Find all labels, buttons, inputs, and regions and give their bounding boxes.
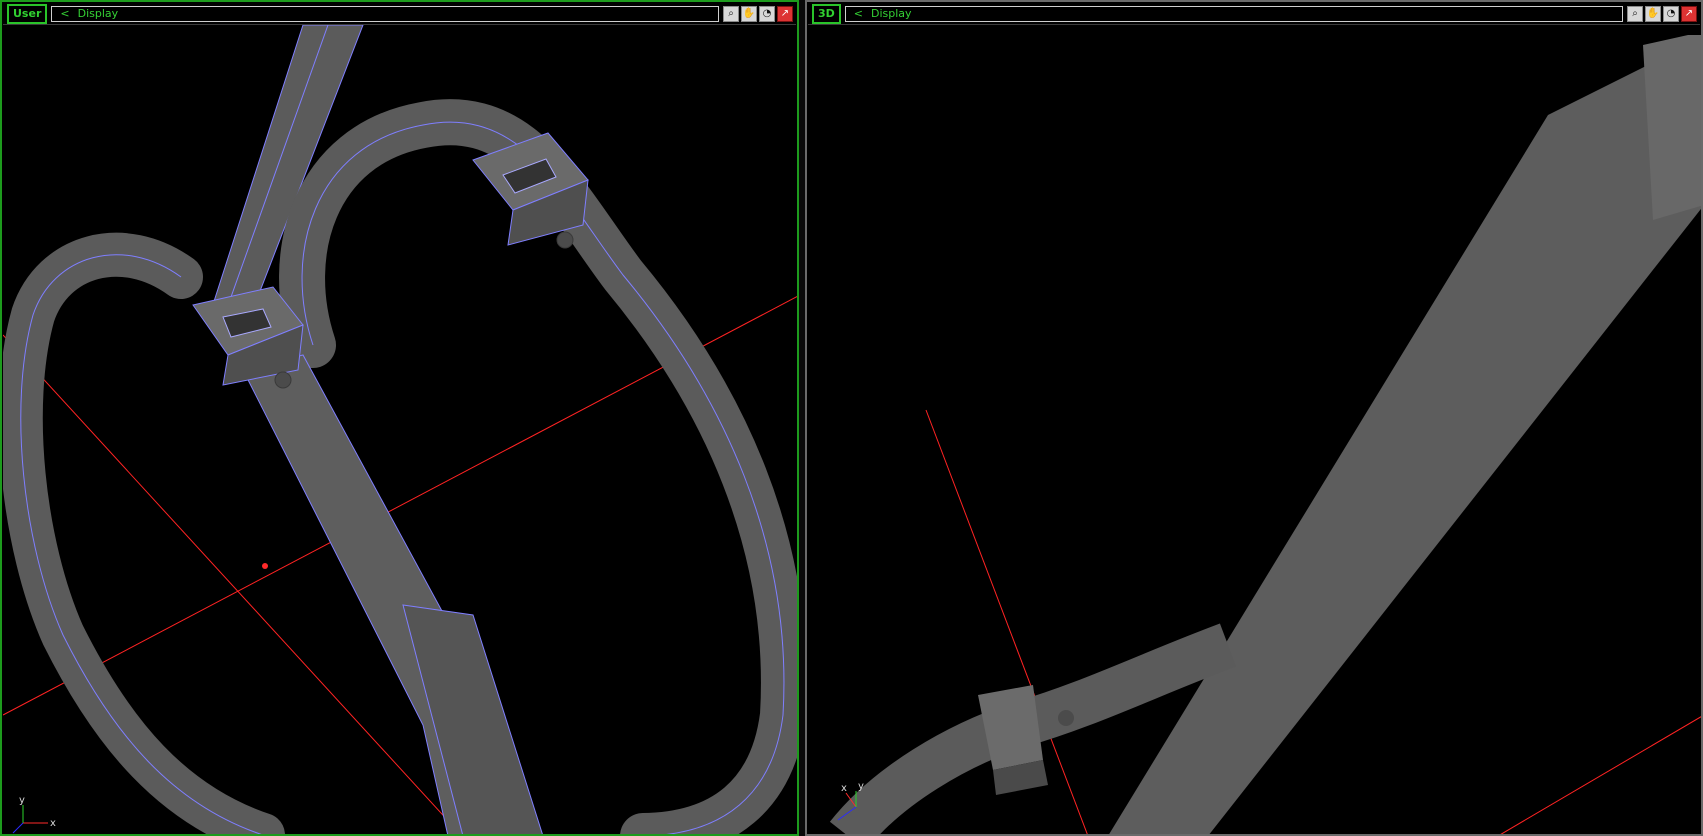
- chevron-left-icon[interactable]: <: [854, 7, 863, 20]
- gizmo-y-label: y: [19, 795, 25, 806]
- axis-origin-dot: [262, 563, 268, 569]
- display-label[interactable]: Display: [78, 7, 119, 20]
- viewport-label-button[interactable]: 3D: [812, 3, 841, 24]
- display-bar[interactable]: < Display: [844, 5, 1623, 22]
- gizmo-y-label: y: [858, 781, 864, 792]
- rivet-dot: [556, 231, 574, 249]
- pan-icon[interactable]: ✋: [741, 5, 757, 22]
- display-bar[interactable]: < Display: [51, 5, 719, 22]
- rivet-dot: [1058, 710, 1074, 726]
- rivet-dot: [274, 371, 292, 389]
- viewport-tools: ⌕ ✋ ◔ ↗: [1627, 5, 1697, 22]
- display-label[interactable]: Display: [871, 7, 912, 20]
- cable-tie-tail-closeup: [1109, 45, 1701, 834]
- zoom-icon[interactable]: ⌕: [723, 5, 739, 22]
- viewport-3d[interactable]: 3D < Display ⌕ ✋ ◔ ↗ x y: [805, 0, 1703, 836]
- viewport-header: User < Display ⌕ ✋ ◔ ↗: [3, 3, 796, 25]
- gizmo-x-label: x: [841, 783, 847, 794]
- zoom-icon[interactable]: ⌕: [1627, 5, 1643, 22]
- app-root: User < Display ⌕ ✋ ◔ ↗ x y 3D < Display …: [0, 0, 1703, 836]
- chevron-left-icon[interactable]: <: [60, 7, 69, 20]
- cable-tie-tip-face: [1643, 35, 1701, 220]
- pan-icon[interactable]: ✋: [1645, 5, 1661, 22]
- gizmo-x-label: x: [50, 818, 56, 829]
- scene-3d[interactable]: x y: [808, 25, 1703, 836]
- viewport-canvas[interactable]: x y: [808, 25, 1703, 836]
- orbit-icon[interactable]: ◔: [759, 5, 775, 22]
- axis-line: [1500, 716, 1701, 834]
- viewport-tools: ⌕ ✋ ◔ ↗: [723, 5, 793, 22]
- viewport-label-button[interactable]: User: [7, 3, 48, 24]
- maximize-icon[interactable]: ↗: [1681, 5, 1697, 22]
- axis-gizmo: x y: [12, 795, 56, 834]
- viewport-canvas[interactable]: x y: [3, 25, 799, 836]
- viewport-user[interactable]: User < Display ⌕ ✋ ◔ ↗ x y: [0, 0, 799, 836]
- viewport-header: 3D < Display ⌕ ✋ ◔ ↗: [808, 3, 1700, 25]
- scene-user[interactable]: x y: [3, 25, 799, 836]
- orbit-icon[interactable]: ◔: [1663, 5, 1679, 22]
- maximize-icon[interactable]: ↗: [777, 5, 793, 22]
